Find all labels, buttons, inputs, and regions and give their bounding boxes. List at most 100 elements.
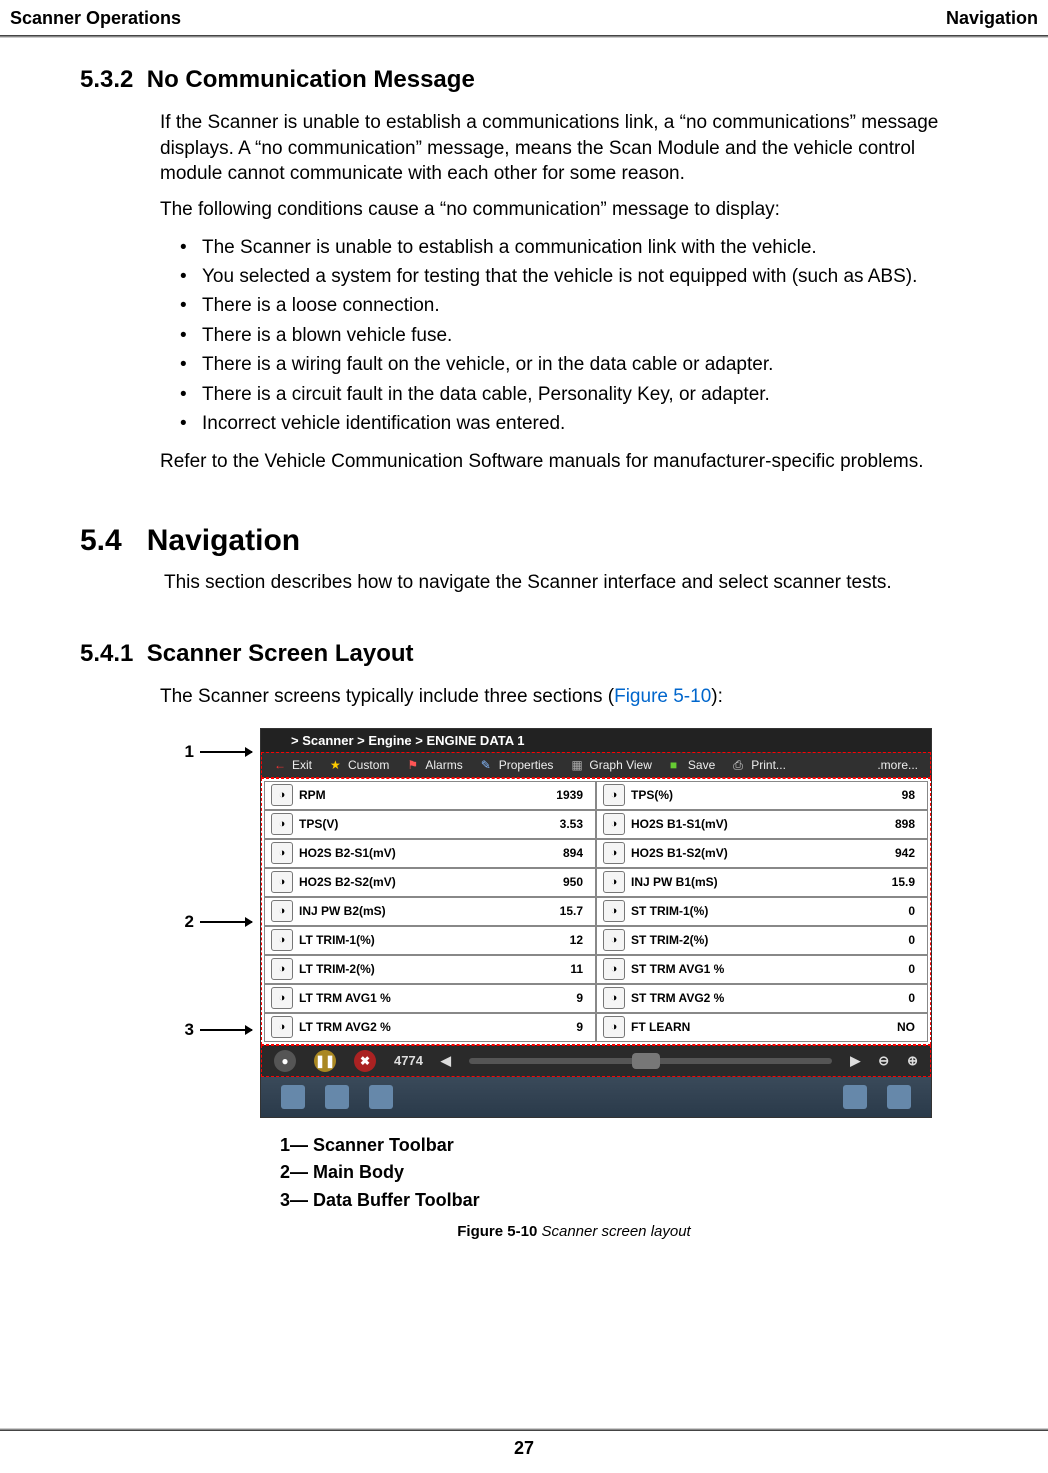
label: Alarms bbox=[425, 758, 462, 772]
figure-reference[interactable]: Figure 5-10 bbox=[614, 686, 711, 707]
lock-icon[interactable]: ◑ bbox=[271, 929, 293, 951]
lock-icon[interactable]: ◑ bbox=[603, 842, 625, 864]
data-cell[interactable]: ◑TPS(%)98 bbox=[596, 781, 928, 810]
buffer-frame-counter: 4774 bbox=[394, 1053, 423, 1068]
lock-icon[interactable]: ◑ bbox=[603, 929, 625, 951]
lock-icon[interactable]: ◑ bbox=[603, 1016, 625, 1038]
dock-icon[interactable] bbox=[369, 1085, 393, 1109]
dock-icon[interactable] bbox=[325, 1085, 349, 1109]
zoom-in-icon[interactable]: ⊕ bbox=[907, 1053, 918, 1069]
heading-title: Navigation bbox=[147, 524, 300, 557]
arrow-left-icon: ← bbox=[274, 758, 288, 772]
data-cell[interactable]: ◑LT TRIM-1(%)12 bbox=[264, 926, 596, 955]
param-name: LT TRIM-1(%) bbox=[299, 933, 570, 947]
next-frame-icon[interactable]: ▶ bbox=[850, 1053, 860, 1069]
data-cell[interactable]: ◑LT TRM AVG2 %9 bbox=[264, 1013, 596, 1042]
lock-icon[interactable]: ◑ bbox=[271, 784, 293, 806]
param-value: 894 bbox=[563, 846, 595, 860]
stop-icon[interactable]: ✖ bbox=[354, 1050, 376, 1072]
data-cell[interactable]: ◑INJ PW B1(mS)15.9 bbox=[596, 868, 928, 897]
lock-icon[interactable]: ◑ bbox=[271, 1016, 293, 1038]
bullet-item: Incorrect vehicle identification was ent… bbox=[180, 409, 968, 438]
data-row: ◑LT TRM AVG2 %9◑FT LEARNNO bbox=[264, 1013, 928, 1042]
callout-3: 3 bbox=[180, 1020, 260, 1040]
param-value: 0 bbox=[908, 933, 927, 947]
lock-icon[interactable]: ◑ bbox=[603, 871, 625, 893]
data-cell[interactable]: ◑TPS(V)3.53 bbox=[264, 810, 596, 839]
callout-number: 3 bbox=[180, 1020, 194, 1040]
param-name: ST TRM AVG1 % bbox=[631, 962, 908, 976]
param-name: LT TRIM-2(%) bbox=[299, 962, 570, 976]
data-cell[interactable]: ◑ST TRM AVG2 %0 bbox=[596, 984, 928, 1013]
param-value: 0 bbox=[908, 904, 927, 918]
heading-title: Scanner Screen Layout bbox=[147, 640, 414, 667]
param-value: 0 bbox=[908, 991, 927, 1005]
buffer-slider[interactable] bbox=[469, 1058, 832, 1064]
lock-icon[interactable]: ◑ bbox=[271, 987, 293, 1009]
lock-icon[interactable]: ◑ bbox=[603, 987, 625, 1009]
data-cell[interactable]: ◑HO2S B2-S1(mV)894 bbox=[264, 839, 596, 868]
lock-icon[interactable]: ◑ bbox=[271, 958, 293, 980]
bullet-list: The Scanner is unable to establish a com… bbox=[180, 233, 968, 439]
data-cell[interactable]: ◑ ST TRM AVG1 %0 bbox=[596, 955, 928, 984]
data-cell[interactable]: ◑RPM1939 bbox=[264, 781, 596, 810]
alarms-button[interactable]: ⚑ Alarms bbox=[407, 758, 462, 772]
label: .more... bbox=[877, 758, 918, 772]
data-cell[interactable]: ◑LT TRIM-2(%)11 bbox=[264, 955, 596, 984]
callout-number: 1 bbox=[180, 742, 194, 762]
param-name: INJ PW B2(mS) bbox=[299, 904, 560, 918]
graph-view-button[interactable]: ▦Graph View bbox=[571, 758, 651, 772]
lock-icon[interactable]: ◑ bbox=[271, 813, 293, 835]
more-button[interactable]: .more... bbox=[877, 758, 918, 772]
bullet-item: There is a blown vehicle fuse. bbox=[180, 321, 968, 350]
dock-icon[interactable] bbox=[843, 1085, 867, 1109]
lock-icon[interactable]: ◑ bbox=[603, 784, 625, 806]
data-row: ◑HO2S B2-S1(mV)894◑HO2S B1-S2(mV)942 bbox=[264, 839, 928, 868]
print-button[interactable]: ⎙Print... bbox=[733, 758, 786, 772]
lock-icon[interactable]: ◑ bbox=[603, 900, 625, 922]
bullet-item: You selected a system for testing that t… bbox=[180, 262, 968, 291]
param-value: 98 bbox=[902, 788, 927, 802]
label: Properties bbox=[499, 758, 554, 772]
pause-icon[interactable]: ❚❚ bbox=[314, 1050, 336, 1072]
properties-button[interactable]: ✎Properties bbox=[481, 758, 554, 772]
lock-icon[interactable]: ◑ bbox=[603, 958, 625, 980]
param-name: TPS(V) bbox=[299, 817, 560, 831]
data-cell[interactable]: ◑ST TRIM-2(%)0 bbox=[596, 926, 928, 955]
heading-num: 5.4.1 bbox=[80, 640, 133, 667]
param-value: 942 bbox=[895, 846, 927, 860]
bullet-item: The Scanner is unable to establish a com… bbox=[180, 233, 968, 262]
exit-button[interactable]: ←Exit bbox=[274, 758, 312, 772]
custom-button[interactable]: ★Custom bbox=[330, 758, 389, 772]
record-icon[interactable]: ● bbox=[274, 1050, 296, 1072]
heading-title: No Communication Message bbox=[147, 66, 475, 93]
prev-frame-icon[interactable]: ◀ bbox=[441, 1053, 451, 1069]
dock-icon[interactable] bbox=[887, 1085, 911, 1109]
param-name: INJ PW B1(mS) bbox=[631, 875, 892, 889]
header-right: Navigation bbox=[946, 8, 1038, 29]
param-value: 1939 bbox=[556, 788, 595, 802]
lock-icon[interactable]: ◑ bbox=[271, 900, 293, 922]
callout-number: 2 bbox=[180, 912, 194, 932]
lock-icon[interactable]: ◑ bbox=[271, 842, 293, 864]
data-cell[interactable]: ◑HO2S B2-S2(mV)950 bbox=[264, 868, 596, 897]
zoom-out-icon[interactable]: ⊖ bbox=[878, 1053, 889, 1069]
data-cell[interactable]: ◑INJ PW B2(mS)15.7 bbox=[264, 897, 596, 926]
lock-icon[interactable]: ◑ bbox=[271, 871, 293, 893]
lock-icon[interactable]: ◑ bbox=[603, 813, 625, 835]
data-cell[interactable]: ◑ST TRIM-1(%)0 bbox=[596, 897, 928, 926]
param-value: 0 bbox=[908, 962, 927, 976]
heading-num: 5.3.2 bbox=[80, 66, 133, 93]
data-main-body: ◑RPM1939◑TPS(%)98◑TPS(V)3.53◑HO2S B1-S1(… bbox=[261, 778, 931, 1045]
heading-5-4: 5.4 Navigation bbox=[80, 524, 968, 558]
data-cell[interactable]: ◑HO2S B1-S1(mV)898 bbox=[596, 810, 928, 839]
flag-icon: ⚑ bbox=[407, 758, 421, 772]
figure-label: Figure 5-10 bbox=[457, 1223, 541, 1240]
legend-item: 1— Scanner Toolbar bbox=[280, 1132, 968, 1160]
param-name: HO2S B1-S1(mV) bbox=[631, 817, 895, 831]
data-cell[interactable]: ◑HO2S B1-S2(mV)942 bbox=[596, 839, 928, 868]
save-button[interactable]: ■Save bbox=[670, 758, 715, 772]
data-cell[interactable]: ◑LT TRM AVG1 %9 bbox=[264, 984, 596, 1013]
home-icon[interactable] bbox=[281, 1085, 305, 1109]
data-cell[interactable]: ◑FT LEARNNO bbox=[596, 1013, 928, 1042]
